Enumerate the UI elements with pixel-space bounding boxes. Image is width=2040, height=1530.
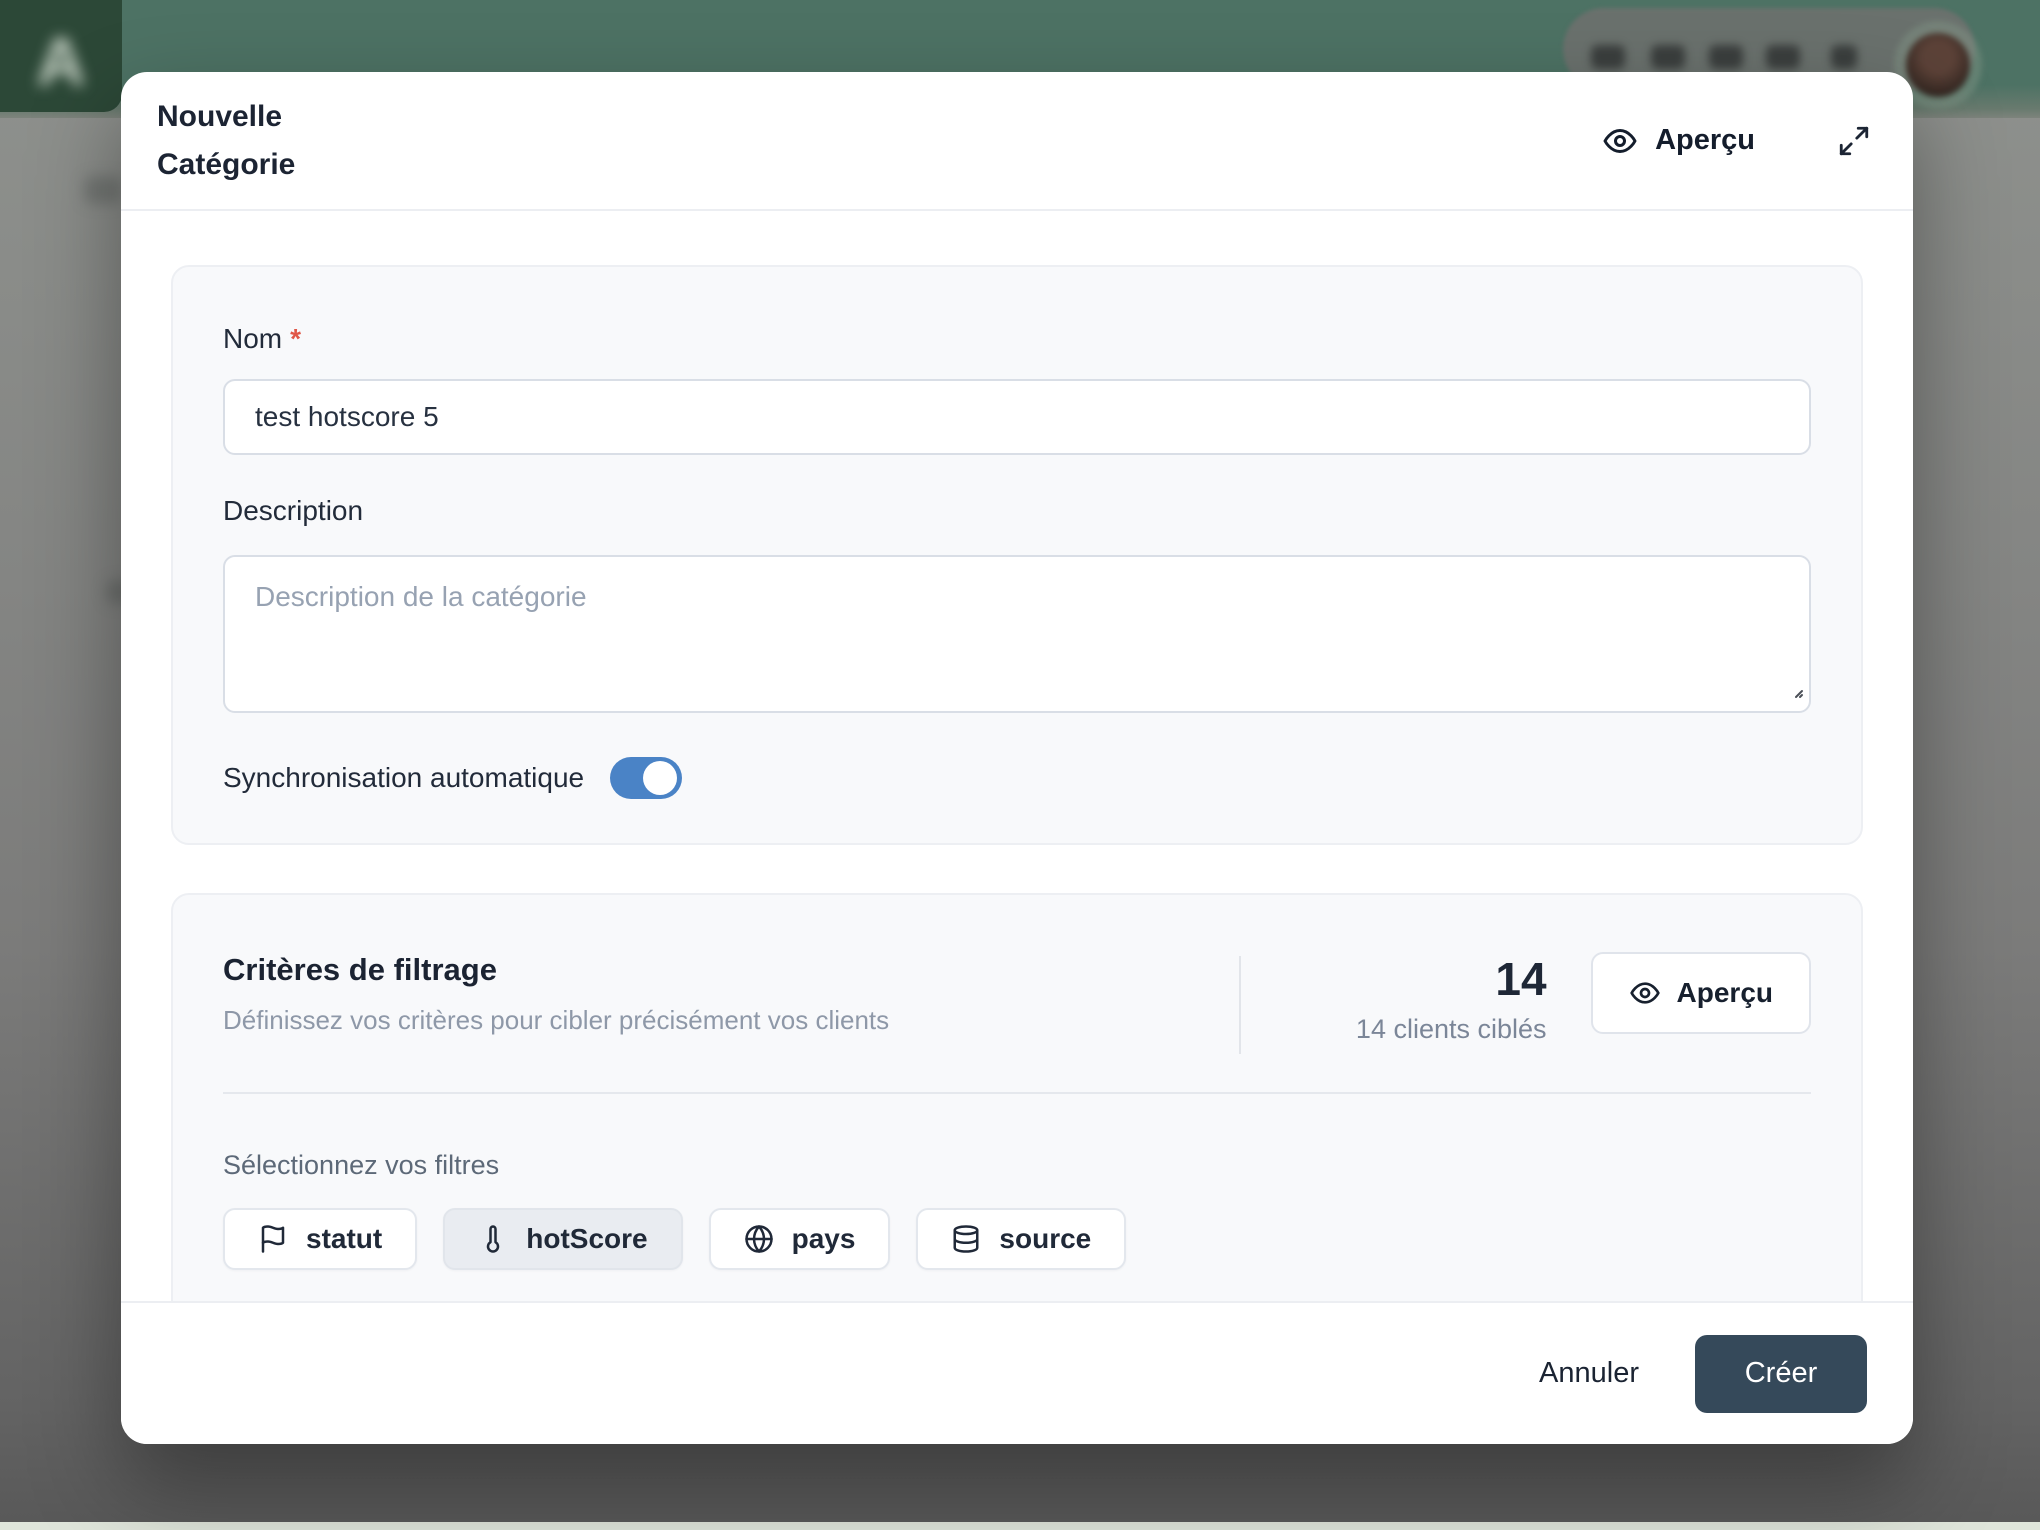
eye-icon — [1629, 977, 1661, 1009]
avatar — [1906, 33, 1970, 97]
modal-header-actions: Aperçu — [1602, 123, 1871, 159]
eye-icon — [1602, 123, 1638, 159]
cancel-button[interactable]: Annuler — [1539, 1357, 1639, 1390]
general-info-card: Nom* Description Synchronisation automat… — [171, 265, 1863, 845]
criteria-divider — [223, 1092, 1811, 1094]
navbar-icon — [1591, 45, 1625, 69]
filter-chip-label: source — [999, 1223, 1091, 1255]
modal-body: Nom* Description Synchronisation automat… — [121, 211, 1913, 1301]
expand-icon — [1837, 124, 1871, 158]
count-caption: 14 clients ciblés — [1241, 1014, 1547, 1045]
background-page-icon — [84, 176, 122, 204]
navbar-icon — [1709, 45, 1743, 69]
criteria-titles: Critères de filtrage Définissez vos crit… — [223, 952, 1239, 1036]
navbar-icon — [1766, 45, 1800, 69]
filter-chip-label: statut — [306, 1223, 382, 1255]
screen: A Nouvelle Catégorie Aperçu — [0, 0, 2040, 1530]
app-logo-letter: A — [36, 23, 85, 101]
filters-label: Sélectionnez vos filtres — [223, 1150, 1811, 1181]
criteria-card: Critères de filtrage Définissez vos crit… — [171, 893, 1863, 1301]
filter-chips: statut hotScore pays — [223, 1208, 1811, 1270]
description-textarea[interactable] — [223, 555, 1811, 713]
flag-icon — [258, 1224, 288, 1254]
new-category-modal: Nouvelle Catégorie Aperçu — [121, 72, 1913, 1444]
preview-button[interactable]: Aperçu — [1602, 123, 1755, 159]
toggle-knob — [643, 761, 677, 795]
preview-button-label: Aperçu — [1655, 124, 1755, 157]
filter-chip-hotscore[interactable]: hotScore — [443, 1208, 682, 1270]
criteria-header: Critères de filtrage Définissez vos crit… — [223, 952, 1811, 1054]
database-icon — [951, 1224, 981, 1254]
navbar-icon — [1651, 45, 1685, 69]
modal-title: Nouvelle Catégorie — [157, 93, 417, 189]
sync-toggle[interactable] — [610, 757, 682, 799]
filter-chip-label: hotScore — [526, 1223, 647, 1255]
create-button[interactable]: Créer — [1695, 1335, 1867, 1413]
description-label: Description — [223, 495, 1811, 527]
filter-chip-source[interactable]: source — [916, 1208, 1126, 1270]
filter-chip-statut[interactable]: statut — [223, 1208, 417, 1270]
app-logo: A — [0, 0, 122, 112]
resize-grip-icon[interactable] — [1790, 685, 1804, 704]
navbar-icon — [1831, 45, 1857, 69]
required-asterisk: * — [290, 323, 301, 354]
modal-footer: Annuler Créer — [121, 1301, 1913, 1444]
thermometer-icon — [478, 1224, 508, 1254]
description-field-wrap — [223, 555, 1811, 713]
globe-icon — [744, 1224, 774, 1254]
background-page-edge — [0, 1522, 2040, 1530]
filter-chip-label: pays — [792, 1223, 856, 1255]
count-number: 14 — [1241, 954, 1547, 1004]
criteria-preview-label: Aperçu — [1677, 977, 1773, 1009]
sync-label: Synchronisation automatique — [223, 762, 584, 794]
name-input[interactable] — [223, 379, 1811, 455]
criteria-title: Critères de filtrage — [223, 952, 1239, 988]
filter-chip-pays[interactable]: pays — [709, 1208, 891, 1270]
name-label: Nom* — [223, 323, 1811, 355]
criteria-subtitle: Définissez vos critères pour cibler préc… — [223, 1005, 1239, 1036]
modal-header: Nouvelle Catégorie Aperçu — [121, 72, 1913, 211]
targeted-count: 14 14 clients ciblés — [1241, 954, 1547, 1045]
criteria-preview-button[interactable]: Aperçu — [1591, 952, 1811, 1034]
expand-button[interactable] — [1837, 124, 1871, 158]
sync-row: Synchronisation automatique — [223, 757, 1811, 799]
